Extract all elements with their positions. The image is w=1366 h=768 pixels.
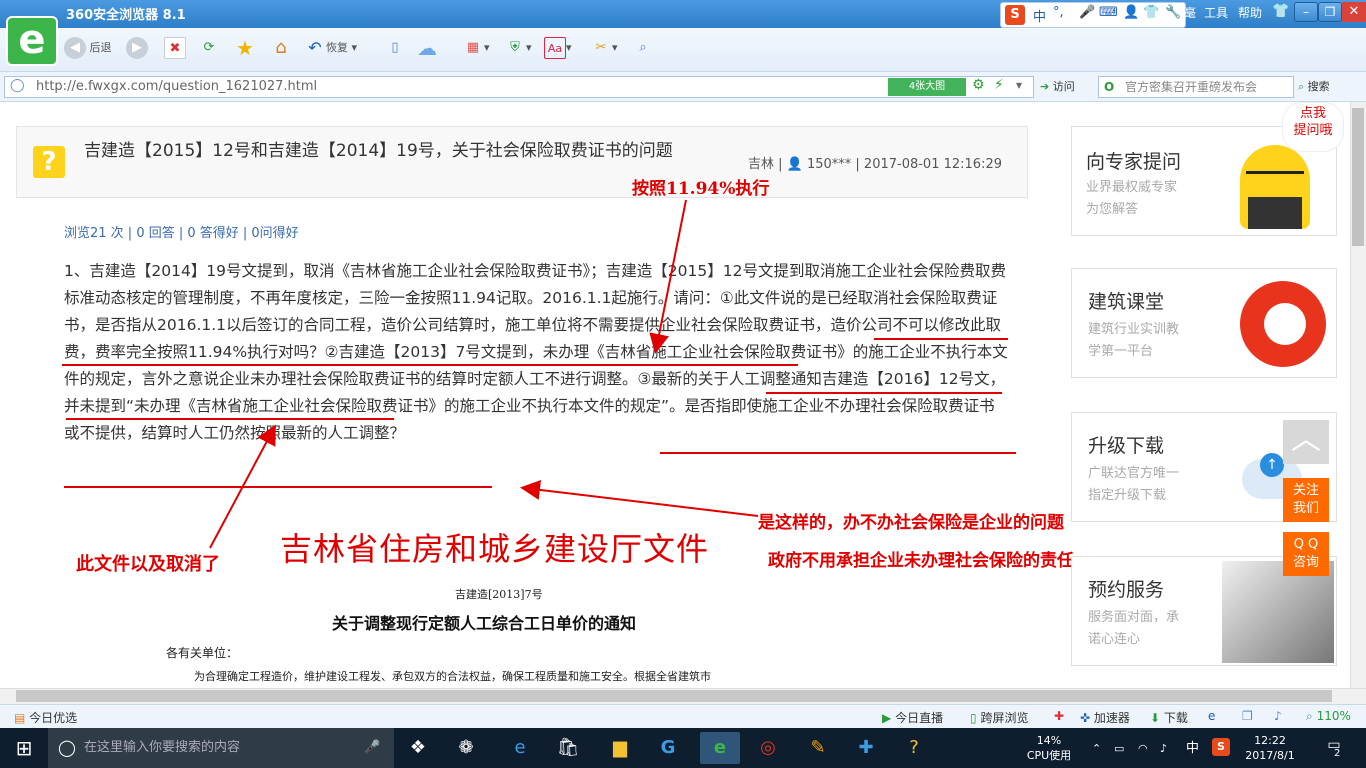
zoom-level: 110% bbox=[1316, 709, 1351, 723]
notification-center[interactable]: ▭ 2 bbox=[1322, 738, 1346, 760]
doc-salutation: 各有关单位： bbox=[166, 646, 239, 660]
card-download-sub1: 广联达官方唯一 bbox=[1088, 466, 1180, 481]
doc-header: 吉林省住房和城乡建设厅文件 bbox=[280, 530, 710, 568]
notification-count: 2 bbox=[1334, 748, 1341, 759]
card-course-sub2: 学第一平台 bbox=[1088, 344, 1154, 359]
card-service-sub2: 诺心连心 bbox=[1088, 632, 1141, 647]
status-accelerator[interactable]: ✜ 加速器 bbox=[1080, 709, 1130, 726]
taskbar-search[interactable]: ◯ 在这里输入你要搜索的内容 🎤 bbox=[48, 728, 394, 768]
status-cross-label: 跨屏浏览 bbox=[980, 711, 1029, 725]
arrow-cancelled bbox=[209, 424, 276, 549]
sogou-tray-icon[interactable]: S bbox=[1212, 738, 1230, 756]
clock-date: 2017/8/1 bbox=[1245, 749, 1295, 762]
ie-icon[interactable]: e bbox=[1208, 709, 1215, 723]
card-course[interactable]: 建筑课堂 建筑行业实训教 学第一平台 bbox=[1071, 268, 1337, 378]
arrow-company bbox=[520, 479, 759, 517]
file-explorer-icon[interactable]: ▆ bbox=[600, 732, 640, 764]
download-icon: ⬇ bbox=[1150, 711, 1161, 725]
cpu-percent: 14% bbox=[1036, 734, 1062, 747]
status-live-label: 今日直播 bbox=[895, 711, 944, 725]
status-download-label: 下载 bbox=[1163, 711, 1188, 725]
card-expert-sub1: 业界最权威专家 bbox=[1086, 180, 1178, 195]
follow-us-button[interactable]: 关注 我们 bbox=[1283, 478, 1329, 522]
card-download-sub2: 指定升级下载 bbox=[1088, 488, 1167, 503]
doc-number: 吉建造[2013]7号 bbox=[455, 588, 543, 601]
course-logo-inner-icon bbox=[1264, 303, 1306, 345]
horizontal-scroll-thumb[interactable] bbox=[16, 690, 1332, 702]
edge-icon[interactable]: e bbox=[500, 732, 540, 764]
cpu-label: CPU使用 bbox=[1026, 749, 1072, 762]
settings-swirl-icon[interactable]: ❁ bbox=[446, 732, 486, 764]
service-photo bbox=[1222, 561, 1334, 663]
taskbar-search-placeholder: 在这里输入你要搜索的内容 bbox=[84, 740, 241, 755]
qq-consult-button[interactable]: Q Q 咨询 bbox=[1283, 532, 1329, 576]
card-expert-sub2: 为您解答 bbox=[1086, 202, 1139, 217]
vertical-scroll-thumb[interactable] bbox=[1352, 108, 1364, 246]
status-cross-screen[interactable]: ▯ 跨屏浏览 bbox=[970, 709, 1028, 726]
phone-small-icon: ▯ bbox=[970, 711, 977, 725]
window-switch-icon[interactable]: ❐ bbox=[1242, 709, 1253, 723]
card-course-title: 建筑课堂 bbox=[1088, 291, 1165, 313]
doc-first-line: 为合理确定工程造价，维护建设工程发、承包双方的合法权益，确保工程质量和施工安全。… bbox=[194, 670, 711, 683]
doc-title: 关于调整现行定额人工综合工日单价的通知 bbox=[332, 614, 637, 633]
windows-icon: ⊞ bbox=[15, 736, 33, 760]
plus-app-icon[interactable]: ✚ bbox=[846, 732, 886, 764]
microphone-icon: 🎤 bbox=[364, 740, 381, 755]
zoom-control[interactable]: ⌕ 110% bbox=[1306, 709, 1351, 724]
status-live[interactable]: ▶ 今日直播 bbox=[882, 709, 943, 726]
wifi-icon[interactable]: ◠ bbox=[1138, 741, 1148, 756]
ask-bubble[interactable]: 点我 提问哦 bbox=[1282, 102, 1344, 152]
arrow-rate bbox=[649, 199, 687, 354]
mascot-suit-icon bbox=[1248, 197, 1302, 229]
volume-icon[interactable]: ♪ bbox=[1160, 741, 1167, 756]
up-arrow-icon: ↑ bbox=[1260, 453, 1284, 477]
play-icon: ▶ bbox=[882, 711, 892, 725]
status-today-pick[interactable]: ▤ 今日优选 bbox=[14, 709, 77, 726]
card-download-title: 升级下载 bbox=[1088, 435, 1165, 457]
task-view-icon[interactable]: ❖ bbox=[398, 732, 438, 764]
network-icon[interactable]: ▭ bbox=[1114, 741, 1124, 756]
cortana-icon: ◯ bbox=[58, 738, 76, 757]
tray-chevron-icon[interactable]: ⌃ bbox=[1092, 741, 1101, 756]
clock-time: 12:22 bbox=[1254, 734, 1286, 747]
speaker-icon[interactable]: ♪ bbox=[1274, 709, 1282, 723]
ime-indicator[interactable]: 中 bbox=[1186, 741, 1199, 756]
notes-app-icon[interactable]: ✎ bbox=[798, 732, 838, 764]
card-service-sub1: 服务面对面，承 bbox=[1088, 610, 1180, 625]
status-download[interactable]: ⬇ 下载 bbox=[1150, 709, 1188, 726]
card-expert-title: 向专家提问 bbox=[1086, 151, 1182, 173]
course-logo-icon bbox=[1240, 281, 1326, 367]
card-service-title: 预约服务 bbox=[1088, 579, 1165, 601]
status-accel-label: 加速器 bbox=[1093, 711, 1130, 725]
accelerator-icon: ✜ bbox=[1080, 711, 1091, 725]
clock[interactable]: 12:22 2017/8/1 bbox=[1240, 733, 1300, 763]
start-button[interactable]: ⊞ bbox=[0, 728, 48, 768]
cpu-usage[interactable]: 14% CPU使用 bbox=[1024, 733, 1074, 763]
store-icon[interactable]: 🛍 bbox=[548, 732, 588, 764]
app-swirl-icon[interactable]: ◎ bbox=[748, 732, 788, 764]
today-pick-icon: ▤ bbox=[14, 711, 26, 725]
back-to-top-button[interactable]: ︿ bbox=[1283, 420, 1329, 464]
glodon-icon[interactable]: G bbox=[648, 732, 688, 764]
medkit-icon: ✚ bbox=[1054, 709, 1065, 723]
zoom-icon: ⌕ bbox=[1306, 709, 1313, 723]
expert-mascot-icon bbox=[1240, 145, 1310, 229]
mascot-glasses-icon bbox=[1246, 171, 1304, 183]
status-medkit-icon[interactable]: ✚ bbox=[1054, 709, 1064, 723]
help-app-icon[interactable]: ? bbox=[894, 732, 934, 764]
status-left-label: 今日优选 bbox=[29, 711, 78, 725]
card-course-sub1: 建筑行业实训教 bbox=[1088, 322, 1180, 337]
360-browser-task-icon[interactable]: e bbox=[700, 732, 740, 764]
